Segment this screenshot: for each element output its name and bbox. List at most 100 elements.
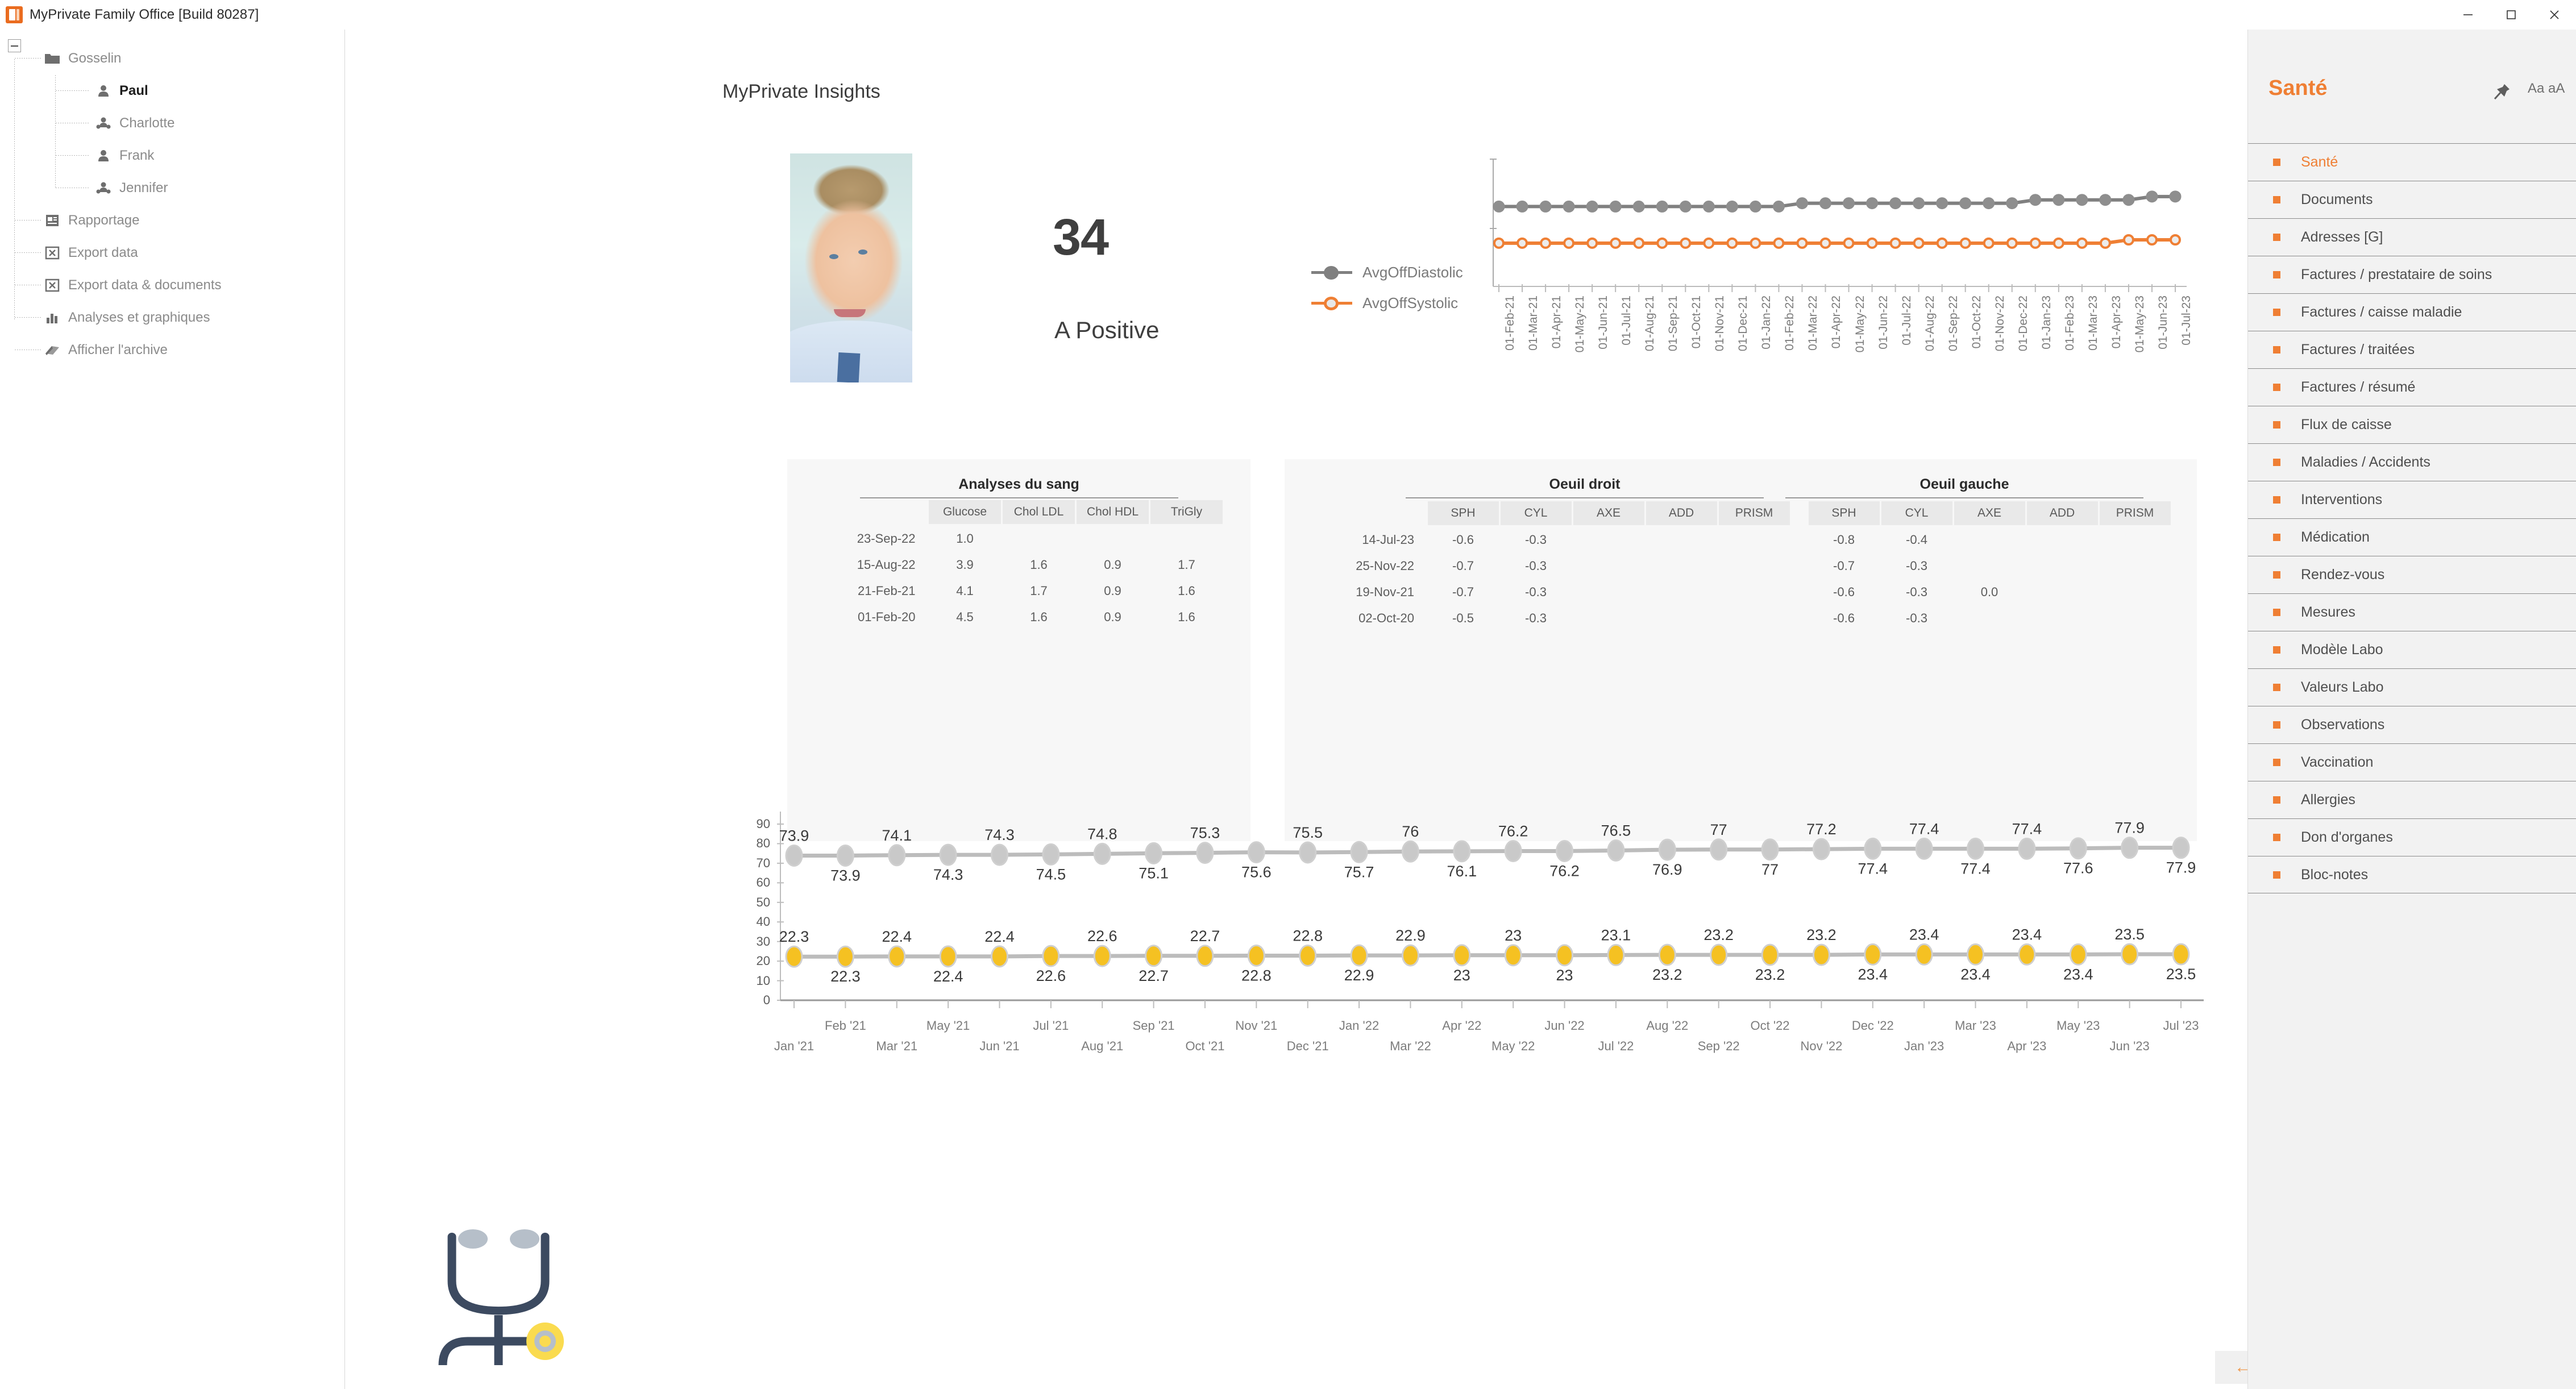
- right-eye-cell: [1572, 579, 1645, 605]
- table-header-row: SPH CYL AXE ADD PRISM SPH CYL AXE ADD PRISM: [1309, 500, 2172, 527]
- right-panel-item-valeurs-labo[interactable]: Valeurs Labo: [2248, 668, 2576, 706]
- right-panel-item-flux-de-caisse[interactable]: Flux de caisse: [2248, 406, 2576, 443]
- stethoscope-logo: [413, 1195, 584, 1368]
- weight-x-tick-label: Aug '21: [1081, 1039, 1124, 1053]
- legend-item-systolic: AvgOffSystolic: [1311, 288, 1463, 318]
- weight-x-tick-label: Jan '21: [774, 1039, 815, 1053]
- right-panel-item-rendez-vous[interactable]: Rendez-vous: [2248, 556, 2576, 593]
- sidebar-item-gosselin[interactable]: Gosselin: [0, 42, 344, 74]
- sidebar-item-export-data-documents[interactable]: Export data & documents: [0, 269, 344, 301]
- maximize-icon[interactable]: [2490, 0, 2533, 30]
- sidebar-item-jennifer[interactable]: Jennifer: [0, 172, 344, 204]
- bp-x-tick-label: 01-Apr-22: [1830, 296, 1843, 349]
- weight-x-tick-label: Mar '23: [1955, 1018, 1996, 1033]
- svg-text:23.1: 23.1: [1601, 926, 1631, 943]
- bp-x-tick-label: 01-Dec-22: [2016, 296, 2030, 352]
- folder-icon: [44, 52, 60, 65]
- sidebar-item-charlotte[interactable]: Charlotte: [0, 107, 344, 139]
- svg-text:23.4: 23.4: [2063, 966, 2093, 983]
- table-cell: 3.9: [956, 558, 974, 572]
- table-row[interactable]: 15-Aug-22 3.9 1.6 0.9 1.7: [815, 552, 1224, 578]
- right-panel-item-mod-le-labo[interactable]: Modèle Labo: [2248, 631, 2576, 668]
- left-eye-cell: -0.3: [1906, 559, 1927, 573]
- right-eye-cell: [1718, 579, 1790, 605]
- table-cell: 1.0: [956, 531, 974, 546]
- right-panel-item-factures-caisse-maladie[interactable]: Factures / caisse maladie: [2248, 293, 2576, 331]
- sidebar-item-afficher-l-archive[interactable]: Afficher l'archive: [0, 334, 344, 366]
- table-cell: 1.6: [1178, 610, 1195, 624]
- column-header: TriGly: [1149, 498, 1224, 526]
- tree-connector-horizontal: [15, 220, 41, 221]
- sidebar-item-frank[interactable]: Frank: [0, 139, 344, 172]
- sidebar-item-paul[interactable]: Paul: [0, 74, 344, 107]
- weight-y-tick-label: 60: [756, 875, 770, 890]
- right-panel-item-bloc-notes[interactable]: Bloc-notes: [2248, 856, 2576, 893]
- row-date: 15-Aug-22: [857, 558, 916, 572]
- right-panel-item-maladies-accidents[interactable]: Maladies / Accidents: [2248, 443, 2576, 481]
- svg-text:76.1: 76.1: [1447, 863, 1477, 880]
- right-panel-item-allergies[interactable]: Allergies: [2248, 781, 2576, 818]
- right-panel-item-adresses-g[interactable]: Adresses [G]: [2248, 218, 2576, 256]
- weight-y-tick-label: 0: [763, 993, 770, 1007]
- right-panel-item-don-d-organes[interactable]: Don d'organes: [2248, 818, 2576, 856]
- table-row[interactable]: 14-Jul-23 -0.6 -0.3 -0.8 -0.4: [1310, 526, 2171, 554]
- table-cell: [1150, 525, 1224, 552]
- right-panel-item-interventions[interactable]: Interventions: [2248, 481, 2576, 518]
- bullet-square-icon: [2273, 834, 2280, 841]
- font-size-toggle[interactable]: Aa aA: [2528, 81, 2565, 97]
- bp-x-tick-label: 01-Sep-21: [1667, 296, 1680, 352]
- minimize-icon[interactable]: [2446, 0, 2490, 30]
- close-icon[interactable]: [2533, 0, 2576, 30]
- table-header-row: Glucose Chol LDL Chol HDL TriGly: [813, 498, 1224, 526]
- table-row[interactable]: 19-Nov-21 -0.7 -0.3 -0.6 -0.3 0.0: [1310, 579, 2171, 605]
- sidebar-item-label: Paul: [119, 82, 148, 98]
- svg-text:74.3: 74.3: [984, 826, 1015, 843]
- bullet-square-icon: [2273, 459, 2280, 466]
- sidebar-item-export-data[interactable]: Export data: [0, 236, 344, 269]
- svg-text:73.9: 73.9: [830, 867, 861, 884]
- weight-y-tick-label: 20: [756, 954, 770, 968]
- table-row[interactable]: 23-Sep-22 1.0: [815, 525, 1224, 552]
- sidebar-item-rapportage[interactable]: Rapportage: [0, 204, 344, 236]
- right-panel-item-factures-r-sum[interactable]: Factures / résumé: [2248, 368, 2576, 406]
- weight-y-tick-label: 70: [756, 855, 770, 870]
- bp-x-tick-label: 01-Jun-21: [1597, 296, 1610, 350]
- svg-text:75.7: 75.7: [1344, 863, 1374, 880]
- right-panel-item-label: Factures / prestataire de soins: [2301, 267, 2492, 282]
- sidebar-item-analyses-et-graphiques[interactable]: Analyses et graphiques: [0, 301, 344, 334]
- bp-x-tick-label: 01-Aug-22: [1923, 296, 1937, 352]
- weight-y-tick-label: 30: [756, 934, 770, 949]
- table-row[interactable]: 25-Nov-22 -0.7 -0.3 -0.7 -0.3: [1310, 553, 2171, 579]
- left-eye-cell: [1953, 553, 2026, 579]
- right-panel-item-factures-prestataire-de-soins[interactable]: Factures / prestataire de soins: [2248, 256, 2576, 293]
- right-panel-item-vaccination[interactable]: Vaccination: [2248, 743, 2576, 781]
- left-eye-cell: [2099, 605, 2171, 631]
- right-panel-item-sant[interactable]: Santé: [2248, 143, 2576, 181]
- legend-item-diastolic: AvgOffDiastolic: [1311, 257, 1463, 288]
- table-row[interactable]: 02-Oct-20 -0.5 -0.3 -0.6 -0.3: [1310, 605, 2171, 631]
- bp-x-tick-label: 01-Feb-23: [2063, 296, 2076, 351]
- right-panel-item-label: Flux de caisse: [2301, 417, 2392, 432]
- window-titlebar: MyPrivate Family Office [Build 80287]: [0, 0, 2576, 30]
- right-panel-item-label: Médication: [2301, 529, 2370, 545]
- bp-x-tick-label: 01-Mar-22: [1806, 296, 1820, 351]
- patient-blood-type: A Positive: [1054, 317, 1160, 343]
- weight-x-tick-label: Sep '22: [1697, 1039, 1740, 1053]
- right-panel-item-documents[interactable]: Documents: [2248, 181, 2576, 218]
- right-panel-item-observations[interactable]: Observations: [2248, 706, 2576, 743]
- left-eye-cell: -0.4: [1906, 533, 1927, 547]
- right-panel-item-m-dication[interactable]: Médication: [2248, 518, 2576, 556]
- right-panel-item-factures-trait-es[interactable]: Factures / traitées: [2248, 331, 2576, 368]
- weight-x-tick-label: Mar '22: [1390, 1039, 1431, 1053]
- table-row[interactable]: 01-Feb-20 4.5 1.6 0.9 1.6: [815, 604, 1224, 630]
- right-eye-cell: -0.3: [1525, 533, 1547, 547]
- right-panel-item-mesures[interactable]: Mesures: [2248, 593, 2576, 631]
- right-panel-item-label: Factures / traitées: [2301, 342, 2415, 357]
- bullet-square-icon: [2273, 384, 2280, 391]
- table-cell: 1.7: [1178, 558, 1195, 572]
- right-panel-item-label: Factures / caisse maladie: [2301, 304, 2462, 320]
- right-eye-cell: [1718, 526, 1790, 554]
- table-row[interactable]: 21-Feb-21 4.1 1.7 0.9 1.6: [815, 578, 1224, 604]
- pin-icon[interactable]: [2492, 82, 2512, 104]
- sidebar-item-label: Export data & documents: [68, 277, 222, 293]
